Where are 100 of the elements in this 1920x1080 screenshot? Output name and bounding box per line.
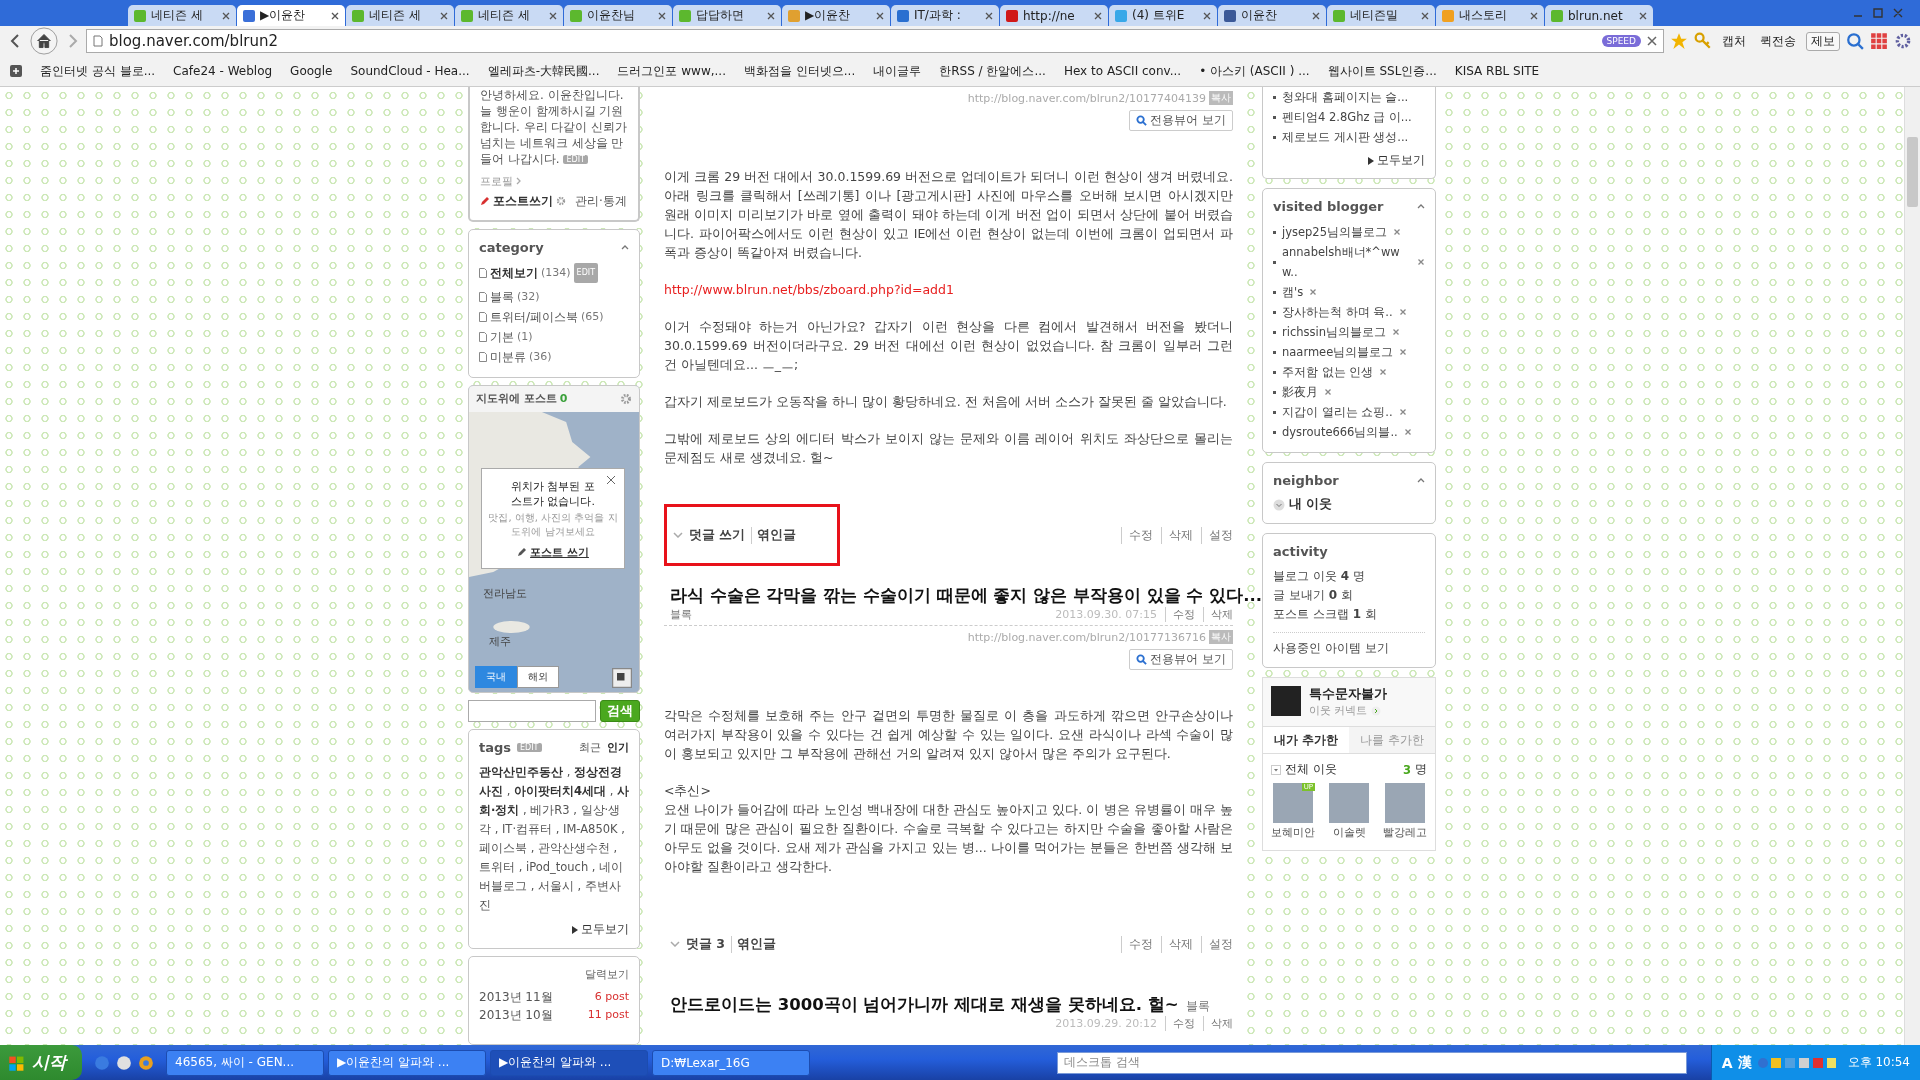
post-action-link[interactable]: 수정 [1165,1016,1195,1031]
browser-tab[interactable]: 네티즌밀 [1327,5,1435,26]
blogger-link[interactable]: annabelsh배너*^www.. [1282,242,1411,282]
scrollbar[interactable] [1904,87,1920,1045]
remove-icon[interactable] [1398,308,1407,316]
category-link[interactable]: 전체보기 [490,262,538,283]
close-icon[interactable] [549,11,557,20]
browser-tab[interactable]: http://ne [1000,5,1108,26]
close-icon[interactable] [985,11,993,20]
post-link[interactable]: http://www.blrun.net/bbs/zboard.php?id=add1 [664,282,954,297]
browser-tab[interactable]: ▶이윤찬 [237,5,345,26]
remove-icon[interactable] [1392,328,1400,336]
archive-month[interactable]: 2013년 11월 [479,988,553,1006]
close-icon[interactable] [606,474,616,485]
taskbar-button[interactable]: D:₩Lexar_16G [652,1049,810,1076]
post-action-link[interactable]: 삭제 [1203,607,1233,622]
category-link[interactable]: 미분류 [490,346,526,367]
remove-icon[interactable] [1309,288,1318,296]
blogger-link[interactable]: naarmee님의블로그 [1282,342,1394,362]
remove-icon[interactable] [1399,348,1408,356]
collapse-icon[interactable] [1417,204,1425,209]
bookmark-link[interactable]: Cafe24 - Weblog [173,64,273,78]
close-icon[interactable] [767,11,775,20]
blogger-link[interactable]: 지갑이 열리는 쇼핑.. [1282,402,1393,422]
browser-tab[interactable]: 내스토리 [1436,5,1544,26]
recent-post-link[interactable]: 펜티엄4 2.8Ghz 급 이... [1282,107,1412,127]
remove-icon[interactable] [1403,428,1412,436]
viewer-button[interactable]: 전용뷰어 보기 [1129,110,1233,131]
settings-icon[interactable] [1894,32,1912,50]
comments-link[interactable]: 덧글 3 [686,935,726,953]
write-post-link[interactable]: 포스트쓰기 [493,192,553,210]
search-field[interactable] [468,700,596,722]
post-action-link[interactable]: 삭제 [1161,935,1193,953]
post-title[interactable]: 안드로이드는 3000곡이 넘어가니까 제대로 재생을 못하네요. 헐~ [670,994,1179,1016]
manage-stats-link[interactable]: 관리·통계 [575,192,627,210]
close-icon[interactable] [876,11,884,20]
expand-icon[interactable] [612,667,632,688]
chevron-right-icon[interactable] [1370,705,1381,716]
blog-name[interactable]: 특수문자불가 [1309,686,1387,703]
blogger-link[interactable]: 影夜月 [1282,382,1318,402]
view-all-link[interactable]: 모두보기 [1377,153,1425,168]
post-action-link[interactable]: 설정 [1201,526,1233,544]
bookmark-link[interactable]: SoundCloud - Hea... [350,64,470,78]
home-icon[interactable] [30,27,58,55]
trackback-link[interactable]: 엮인글 [751,526,797,544]
archive-month[interactable]: 2013년 10월 [479,1006,553,1024]
calendar-link[interactable]: 달력보기 [479,967,629,982]
neighbor-name[interactable]: 보혜미안 [1271,825,1315,840]
address-field[interactable]: blog.naver.com/blrun2 SPEED [86,29,1664,53]
category-link[interactable]: 기본 [490,326,514,347]
post-action-link[interactable]: 수정 [1121,935,1153,953]
region-tab[interactable]: 국내 [475,665,517,688]
neighbor-name[interactable]: 빨강레고 [1383,825,1427,840]
bookmark-link[interactable]: KISA RBL SITE [1454,64,1540,78]
close-icon[interactable] [1639,11,1647,20]
bookmark-link[interactable]: 웹사이트 SSL인증... [1327,62,1437,80]
close-icon[interactable] [1421,11,1429,20]
settings-icon[interactable] [620,392,632,405]
browser-tab[interactable]: IT/과학 : [891,5,999,26]
view-all-link[interactable]: 모두보기 [581,921,629,938]
speed-badge[interactable]: SPEED [1601,35,1641,47]
post-action-link[interactable]: 삭제 [1161,526,1193,544]
viewer-button[interactable]: 전용뷰어 보기 [1129,649,1233,670]
blogger-link[interactable]: 주저함 없는 인생 [1282,362,1374,382]
post-action-link[interactable]: 수정 [1121,526,1153,544]
close-icon[interactable] [222,11,230,20]
items-link[interactable]: 사용중인 아이템 보기 [1273,641,1389,655]
comments-link[interactable]: 덧글 쓰기 [689,526,746,544]
start-button[interactable]: 시작 [0,1045,82,1080]
remove-icon[interactable] [1393,228,1401,236]
bookmark-link[interactable]: Hex to ASCII conv... [1063,64,1182,78]
star-icon[interactable] [1670,32,1688,50]
bookmark-link[interactable]: • 아스키 (ASCII ) ... [1199,62,1310,80]
bookmark-link[interactable]: 줌인터넷 공식 블로... [40,62,156,80]
collapse-icon[interactable] [1417,478,1425,483]
browser-tab[interactable]: 네티즌 세 [128,5,236,26]
toolbar-button[interactable]: 캡처 [1718,32,1750,50]
toolbar-button[interactable]: 퀵전송 [1756,32,1800,50]
desktop-search-field[interactable]: 데스크톱 검색 [1056,1051,1687,1074]
collapse-icon[interactable] [621,244,629,250]
browser-tab[interactable]: 네티즌 세 [346,5,454,26]
recent-post-link[interactable]: 제로보드 게시판 생성... [1282,127,1409,147]
close-icon[interactable] [440,11,448,20]
blogger-link[interactable]: dysroute666님의블.. [1282,422,1398,442]
browser-tab[interactable]: 이윤찬님 [564,5,672,26]
bookmark-link[interactable]: 내이글루 [873,62,922,80]
apps-grid-icon[interactable] [1870,32,1888,50]
close-icon[interactable] [658,11,666,20]
post-title[interactable]: 라식 수술은 각막을 깎는 수술이기 때문에 좋지 않은 부작용이 있을 수 있다... [670,585,1262,607]
remove-icon[interactable] [1398,408,1407,416]
bookmark-link[interactable]: Google [290,64,333,78]
blogger-link[interactable]: jysep25님의블로그 [1282,222,1387,242]
category-link[interactable]: 블록 [490,286,514,307]
close-icon[interactable] [1530,11,1538,20]
browser-tab[interactable]: 네티즌 세 [455,5,563,26]
neighbor-link[interactable]: 내 이웃 [1289,496,1333,513]
remove-icon[interactable] [1324,388,1332,396]
tray-icons-drawing[interactable] [1756,1055,1837,1070]
taskbar-button[interactable]: 46565, 싸이 - GEN... [166,1049,324,1076]
post-action-link[interactable]: 수정 [1165,607,1195,622]
